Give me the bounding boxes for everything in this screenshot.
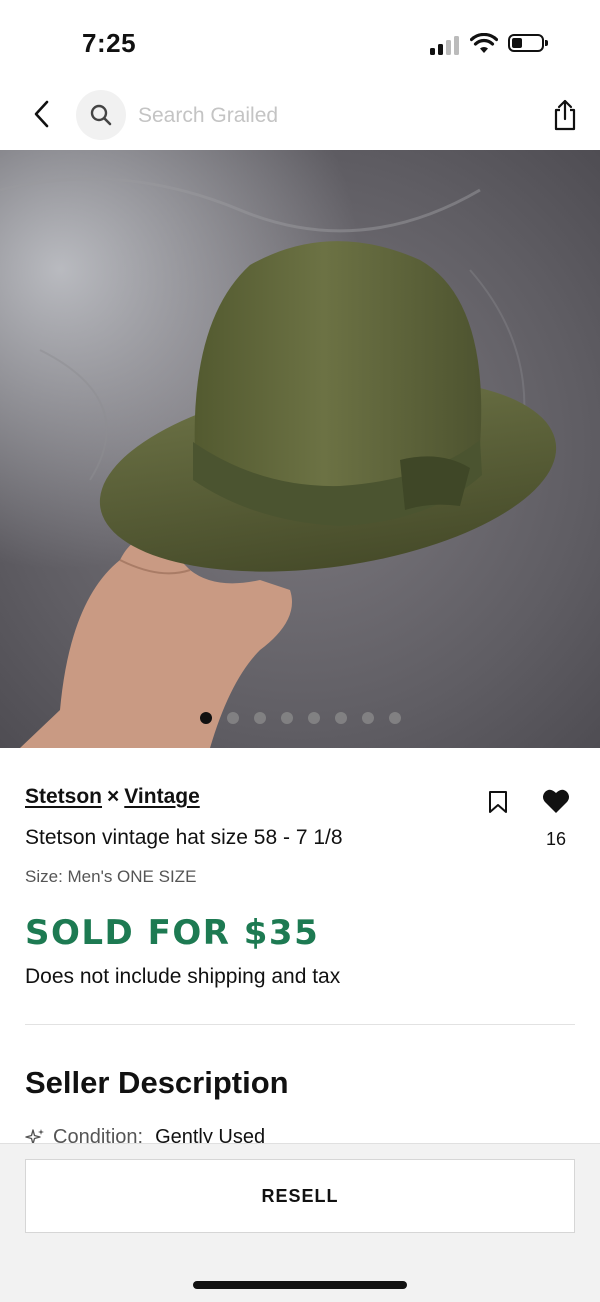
resell-button[interactable]: RESELL: [25, 1159, 575, 1233]
carousel-dot[interactable]: [308, 712, 320, 724]
carousel-dot[interactable]: [281, 712, 293, 724]
search-bar[interactable]: [76, 90, 516, 140]
divider: [25, 1024, 575, 1025]
carousel-dot[interactable]: [335, 712, 347, 724]
like-button[interactable]: [542, 788, 570, 814]
bottom-action-bar: RESELL: [0, 1143, 600, 1302]
search-icon: [90, 104, 112, 126]
back-button[interactable]: [26, 98, 58, 130]
listing-title: Stetson vintage hat size 58 - 7 1/8: [25, 826, 343, 849]
share-button[interactable]: [550, 98, 580, 132]
carousel-indicator: [200, 712, 401, 724]
sold-price: SOLD FOR $35: [25, 913, 320, 953]
carousel-dot[interactable]: [227, 712, 239, 724]
search-input[interactable]: [136, 100, 510, 132]
carousel-dot[interactable]: [200, 712, 212, 724]
nav-bar: [0, 88, 600, 150]
save-button[interactable]: [486, 790, 510, 814]
carousel-dot[interactable]: [362, 712, 374, 724]
designer-link-stetson[interactable]: Stetson: [25, 785, 102, 808]
share-icon: [554, 99, 576, 131]
status-time: 7:25: [82, 28, 137, 58]
carousel-dot[interactable]: [254, 712, 266, 724]
product-image-carousel[interactable]: [0, 150, 600, 748]
product-photo: [0, 150, 600, 748]
seller-description-heading: Seller Description: [25, 1065, 289, 1100]
home-indicator[interactable]: [193, 1281, 407, 1289]
search-button[interactable]: [76, 90, 126, 140]
designer-row: Stetson × Vintage: [25, 785, 200, 809]
battery-icon: [508, 34, 548, 52]
carousel-dot[interactable]: [389, 712, 401, 724]
chevron-left-icon: [34, 100, 49, 128]
bookmark-icon: [489, 791, 507, 813]
like-count: 16: [545, 829, 567, 849]
heart-icon: [543, 789, 569, 813]
cellular-signal-icon: [430, 35, 460, 55]
designer-link-vintage[interactable]: Vintage: [124, 785, 199, 808]
shipping-note: Does not include shipping and tax: [25, 965, 341, 988]
status-bar: 7:25: [0, 0, 600, 88]
collab-separator: ×: [107, 785, 120, 808]
listing-size: Size: Men's ONE SIZE: [25, 867, 197, 886]
wifi-icon: [470, 33, 498, 53]
